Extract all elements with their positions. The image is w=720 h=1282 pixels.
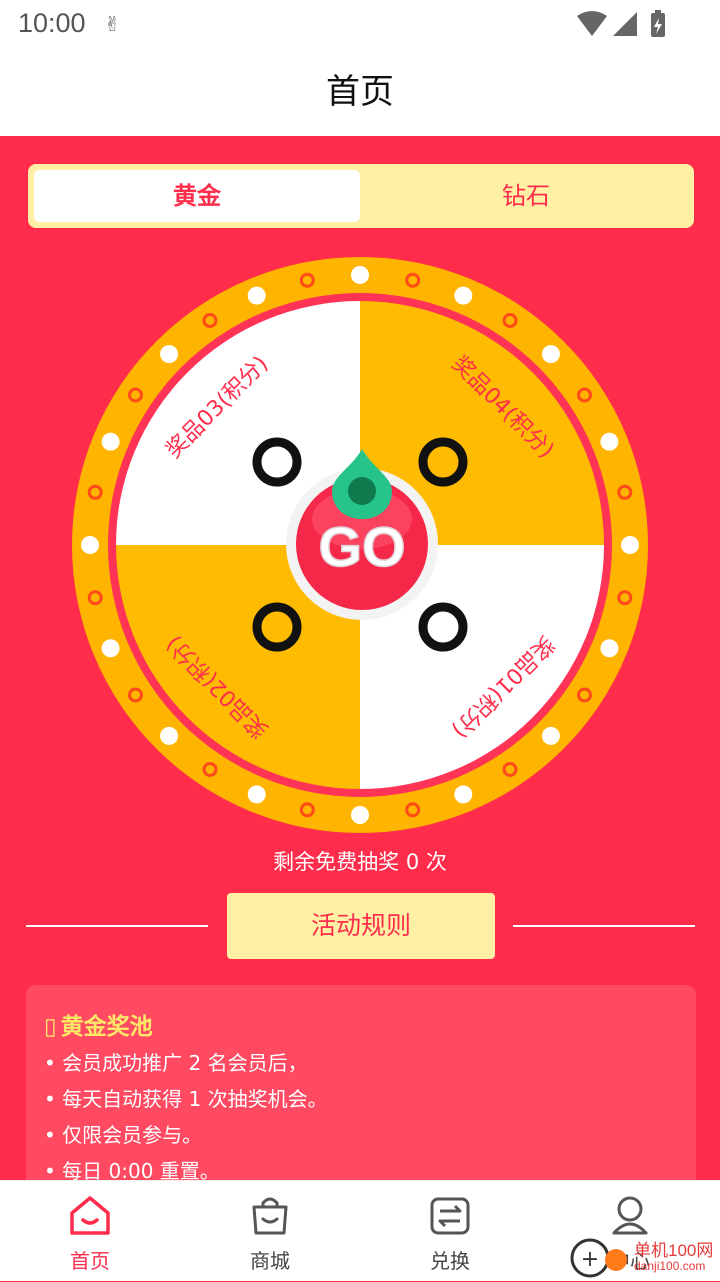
user-icon xyxy=(612,1196,648,1235)
rim-light-white xyxy=(621,536,639,554)
status-bar: 10:00 ✌ xyxy=(0,0,720,52)
rim-light-white xyxy=(247,785,266,804)
rim-light-white xyxy=(160,345,179,364)
status-icons xyxy=(575,10,670,44)
pool-rule-line: • 每天自动获得 1 次抽奖机会。 xyxy=(44,1087,328,1111)
exchange-icon xyxy=(430,1197,470,1235)
rim-light-white xyxy=(81,536,99,554)
pool-title-mark: ▯ xyxy=(44,1014,57,1040)
status-time: 10:00 xyxy=(18,8,86,38)
rim-light-white xyxy=(541,345,560,364)
rim-light-white xyxy=(454,785,473,804)
pool-rule-line: • 会员成功推广 2 名会员后， xyxy=(44,1051,308,1075)
pool-rule-line: • 仅限会员参与。 xyxy=(44,1123,203,1147)
rim-light-white xyxy=(101,639,120,658)
rim-light-white xyxy=(454,286,473,305)
nav-label-exchange: 兑换 xyxy=(430,1249,470,1273)
site-watermark: + 单机100网 danji100.com xyxy=(568,1234,720,1280)
page-title: 首页 xyxy=(326,72,394,112)
rim-light-white xyxy=(600,639,619,658)
go-label: GO xyxy=(318,515,405,578)
prize-pool-card: ▯ 黄金奖池 • 会员成功推广 2 名会员后， • 每天自动获得 1 次抽奖机会。… xyxy=(26,985,696,1200)
tab-diamond[interactable]: 钻石 xyxy=(364,170,688,222)
rim-light-white xyxy=(351,806,369,824)
nav-label-home: 首页 xyxy=(70,1249,110,1273)
rim-light-white xyxy=(600,432,619,451)
app-header: 首页 xyxy=(0,52,720,136)
rim-light-white xyxy=(160,726,179,745)
pool-title: ▯ 黄金奖池 xyxy=(44,1007,153,1041)
tier-tabs: 黄金 钻石 xyxy=(28,164,694,228)
divider-right xyxy=(513,925,695,927)
nav-item-home[interactable]: 首页 xyxy=(0,1181,180,1281)
notification-icon: ✌ xyxy=(104,12,121,36)
rim-light-white xyxy=(541,726,560,745)
tab-gold[interactable]: 黄金 xyxy=(34,170,360,222)
pool-title-text: 黄金奖池 xyxy=(60,1014,153,1040)
rim-light-white xyxy=(351,266,369,284)
divider-left xyxy=(26,925,208,927)
watermark-text: 单机100网 xyxy=(634,1241,714,1260)
remaining-draws-text: 剩余免费抽奖 0 次 xyxy=(273,850,447,874)
nav-item-exchange[interactable]: 兑换 xyxy=(360,1181,540,1281)
watermark-logo-icon: + xyxy=(570,1238,627,1278)
nav-item-mall[interactable]: 商城 xyxy=(180,1181,360,1281)
watermark-subtext: danji100.com xyxy=(634,1259,706,1273)
nav-label-mall: 商城 xyxy=(250,1249,290,1273)
shopping-bag-icon xyxy=(252,1197,288,1235)
activity-rules-button[interactable]: 活动规则 xyxy=(227,893,495,959)
signal-icon xyxy=(613,12,637,36)
home-icon xyxy=(70,1196,110,1235)
rim-light-white xyxy=(247,286,266,305)
wifi-icon xyxy=(577,11,607,36)
svg-text:+: + xyxy=(581,1247,599,1272)
rim-light-white xyxy=(101,432,120,451)
lottery-wheel: 奖品03(积分) 奖品04(积分) 奖品01(积分) 奖品02(积分) GO xyxy=(72,257,648,833)
